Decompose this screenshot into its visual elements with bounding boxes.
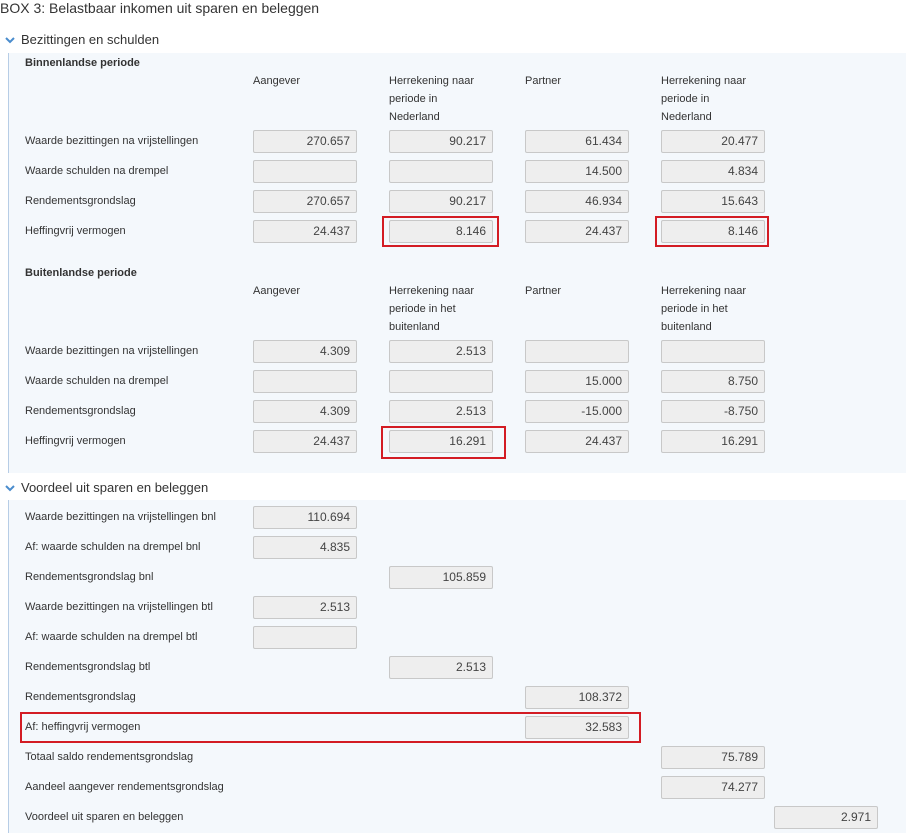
row-label: Waarde bezittingen na vrijstellingen (25, 135, 199, 147)
section-toggle-voordeel[interactable]: Voordeel uit sparen en beleggen (4, 480, 208, 495)
highlight-box (382, 216, 499, 247)
row-label: Waarde schulden na drempel (25, 165, 169, 177)
section-toggle-bezittingen[interactable]: Bezittingen en schulden (4, 32, 159, 47)
col-header-herrekening-partner: Herrekening naar periode in Nederland (661, 75, 746, 123)
row-label: Rendementsgrondslag (25, 195, 136, 207)
value-field[interactable]: 2.971 (774, 806, 878, 829)
highlight-box (655, 216, 769, 247)
partner-field[interactable] (525, 340, 629, 363)
herrekening-aangever-field[interactable]: 90.217 (389, 190, 493, 213)
aangever-field[interactable]: 24.437 (253, 220, 357, 243)
value-field[interactable]: 108.372 (525, 686, 629, 709)
herrekening-partner-field[interactable]: 16.291 (661, 430, 765, 453)
aangever-field[interactable] (253, 160, 357, 183)
col-header-herrekening-aangever: Herrekening naar periode in Nederland (389, 75, 474, 123)
row-label: Rendementsgrondslag (25, 405, 136, 417)
row-label: Rendementsgrondslag bnl (25, 571, 154, 583)
partner-field[interactable]: 61.434 (525, 130, 629, 153)
herrekening-aangever-field[interactable] (389, 370, 493, 393)
buitenlands-heading: Buitenlandse periode (25, 267, 137, 279)
value-field[interactable]: 2.513 (389, 656, 493, 679)
herrekening-aangever-field[interactable]: 90.217 (389, 130, 493, 153)
aangever-field[interactable]: 4.309 (253, 400, 357, 423)
row-label: Heffingvrij vermogen (25, 435, 126, 447)
value-field[interactable]: 75.789 (661, 746, 765, 769)
row-label: Totaal saldo rendementsgrondslag (25, 751, 194, 763)
herrekening-partner-field[interactable]: 20.477 (661, 130, 765, 153)
herrekening-partner-field[interactable]: 15.643 (661, 190, 765, 213)
aangever-field[interactable] (253, 370, 357, 393)
chevron-down-icon (4, 34, 16, 46)
row-label: Heffingvrij vermogen (25, 225, 126, 237)
value-field[interactable]: 4.835 (253, 536, 357, 559)
partner-field[interactable]: 15.000 (525, 370, 629, 393)
page-title: BOX 3: Belastbaar inkomen uit sparen en … (0, 0, 320, 16)
col-header-herrekening-partner: Herrekening naar periode in het buitenla… (661, 285, 746, 333)
aangever-field[interactable]: 24.437 (253, 430, 357, 453)
partner-field[interactable]: 46.934 (525, 190, 629, 213)
section-heading: Voordeel uit sparen en beleggen (21, 480, 209, 495)
aangever-field[interactable]: 270.657 (253, 130, 357, 153)
value-field[interactable]: 2.513 (253, 596, 357, 619)
herrekening-partner-field[interactable] (661, 340, 765, 363)
herrekening-partner-field[interactable]: -8.750 (661, 400, 765, 423)
col-header-aangever: Aangever (253, 285, 301, 297)
value-field[interactable] (253, 626, 357, 649)
partner-field[interactable]: 14.500 (525, 160, 629, 183)
row-label: Waarde schulden na drempel (25, 375, 169, 387)
value-field[interactable]: 105.859 (389, 566, 493, 589)
row-label: Aandeel aangever rendementsgrondslag (25, 781, 224, 793)
chevron-down-icon (4, 482, 16, 494)
col-header-partner: Partner (525, 285, 562, 297)
row-label: Rendementsgrondslag (25, 691, 136, 703)
col-header-aangever: Aangever (253, 75, 301, 87)
row-label: Rendementsgrondslag btl (25, 661, 151, 673)
aangever-field[interactable]: 270.657 (253, 190, 357, 213)
partner-field[interactable]: 24.437 (525, 220, 629, 243)
col-header-partner: Partner (525, 75, 562, 87)
herrekening-partner-field[interactable]: 4.834 (661, 160, 765, 183)
section-heading: Bezittingen en schulden (21, 32, 160, 47)
herrekening-aangever-field[interactable] (389, 160, 493, 183)
herrekening-aangever-field[interactable]: 2.513 (389, 340, 493, 363)
value-field[interactable]: 74.277 (661, 776, 765, 799)
aangever-field[interactable]: 4.309 (253, 340, 357, 363)
value-field[interactable]: 110.694 (253, 506, 357, 529)
partner-field[interactable]: -15.000 (525, 400, 629, 423)
row-label: Waarde bezittingen na vrijstellingen (25, 345, 199, 357)
row-label: Voordeel uit sparen en beleggen (25, 811, 184, 823)
herrekening-aangever-field[interactable]: 2.513 (389, 400, 493, 423)
col-header-herrekening-aangever: Herrekening naar periode in het buitenla… (389, 285, 474, 333)
partner-field[interactable]: 24.437 (525, 430, 629, 453)
row-label: Af: waarde schulden na drempel bnl (25, 541, 201, 553)
highlight-box (381, 426, 506, 459)
row-label: Waarde bezittingen na vrijstellingen bnl (25, 511, 216, 523)
binnenlands-heading: Binnenlandse periode (25, 57, 140, 69)
row-label: Af: waarde schulden na drempel btl (25, 631, 198, 643)
herrekening-partner-field[interactable]: 8.750 (661, 370, 765, 393)
highlight-box (20, 712, 641, 743)
row-label: Waarde bezittingen na vrijstellingen btl (25, 601, 213, 613)
